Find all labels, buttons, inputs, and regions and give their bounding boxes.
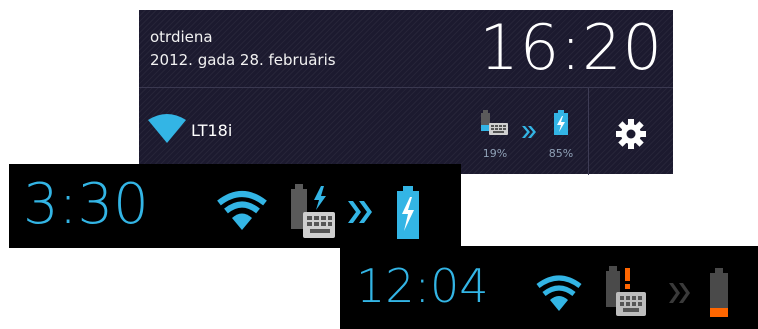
divider <box>588 88 589 175</box>
wifi-icon <box>217 191 267 230</box>
status-bar-low-battery: 12:04 <box>340 246 758 329</box>
status-clock: 3:30 <box>23 172 149 237</box>
tablet-battery-percent: 85% <box>548 147 574 160</box>
panel-status-row: LT18i 19% 85% <box>139 87 673 175</box>
wifi-icon <box>536 275 582 311</box>
dock-battery-charging-icon <box>291 184 335 238</box>
battery-charging-icon <box>397 186 419 239</box>
panel-header: otrdiena 2012. gada 28. februāris 16:20 <box>139 10 673 86</box>
battery-low-icon <box>710 268 728 317</box>
chevron-right-icon <box>348 201 372 223</box>
chevron-right-icon <box>669 283 690 303</box>
panel-clock: 16:20 <box>479 11 663 84</box>
status-bar-charging: 3:30 <box>9 164 461 248</box>
dock-battery-icon <box>481 110 508 135</box>
day-of-week: otrdiena <box>150 28 213 46</box>
chevron-right-icon <box>521 124 537 143</box>
date-label: 2012. gada 28. februāris <box>150 51 336 69</box>
tablet-battery-status: 85% <box>541 110 581 160</box>
wifi-network-name[interactable]: LT18i <box>191 121 232 141</box>
wifi-icon[interactable] <box>147 114 187 148</box>
dock-battery-alert-icon <box>606 266 646 316</box>
notification-panel: otrdiena 2012. gada 28. februāris 16:20 … <box>139 10 673 175</box>
dock-battery-percent: 19% <box>482 147 508 160</box>
dock-battery-status: 19% <box>475 110 515 160</box>
gear-icon[interactable] <box>615 118 647 154</box>
status-clock: 12:04 <box>356 259 489 313</box>
battery-charging-icon <box>554 110 568 135</box>
